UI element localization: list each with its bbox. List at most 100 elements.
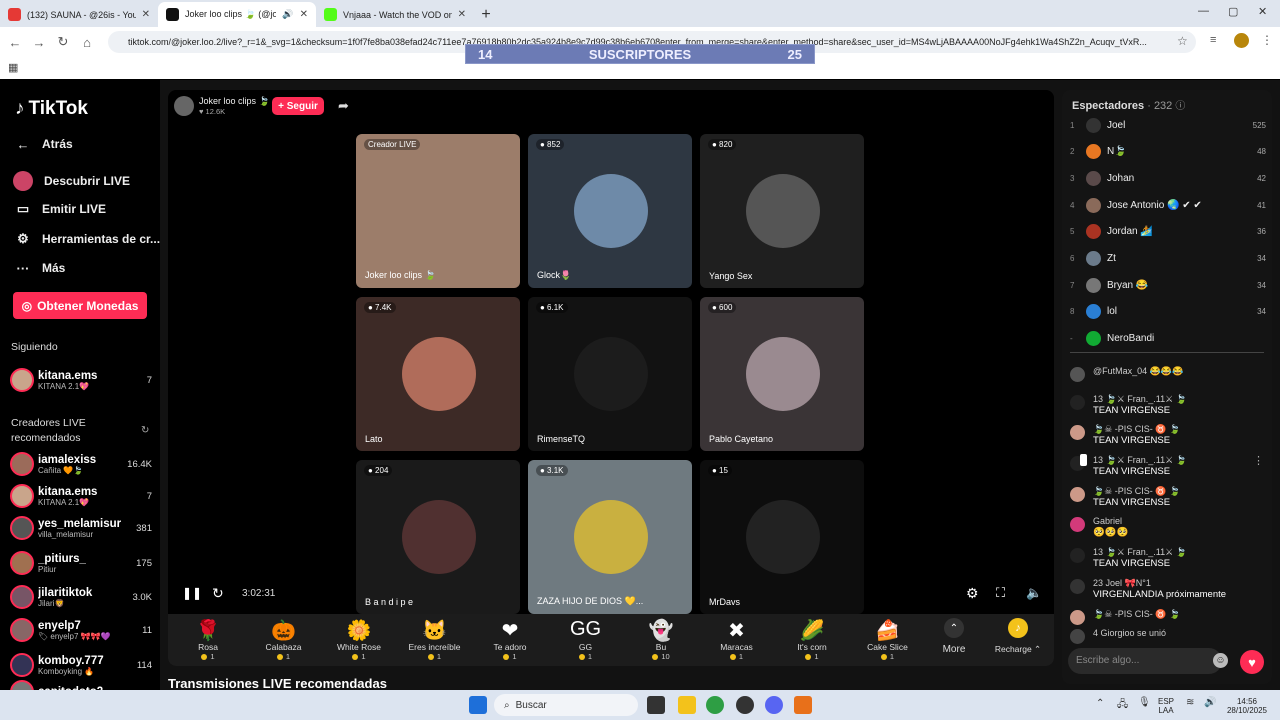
follow-button[interactable]: + Seguir — [272, 97, 324, 115]
gift-item[interactable]: ❤ Te adoro 1 — [480, 618, 540, 661]
guest-cell[interactable]: ● 7.4K Lato — [356, 297, 520, 451]
app-icon[interactable] — [736, 696, 754, 714]
chat-message[interactable]: @FutMax_04 😂😂😂 — [1070, 365, 1266, 382]
task-view-icon[interactable] — [647, 696, 665, 714]
recharge-button[interactable]: ♪ Recharge ⌃ — [988, 618, 1048, 655]
chat-more-icon[interactable]: ⋮ — [1253, 454, 1264, 467]
menu-icon[interactable]: ⋮ — [1261, 33, 1273, 47]
gift-item[interactable]: 🌼 White Rose 1 — [329, 618, 389, 661]
nav-more[interactable]: ··· Más — [15, 260, 66, 276]
back-icon[interactable]: ← — [3, 35, 27, 50]
recommended-creator[interactable]: jilaritiktok Jilari🦁 3.0K — [10, 583, 152, 611]
chat-message[interactable]: 🍃☠ -PIS CIS- ♉ 🍃 — [1070, 608, 1266, 625]
gift-item[interactable]: 🌹 Rosa 1 — [178, 618, 238, 661]
home-icon[interactable]: ⌂ — [75, 35, 99, 50]
gift-item[interactable]: GG GG 1 — [556, 618, 616, 661]
viewer-row[interactable]: 7 Bryan 😂 34 — [1070, 275, 1266, 295]
guest-cell[interactable]: Creador LIVE Joker loo clips 🍃 — [356, 134, 520, 288]
discord-icon[interactable] — [765, 696, 783, 714]
file-explorer-icon[interactable] — [678, 696, 696, 714]
guest-cell[interactable]: ● 600 Pablo Cayetano — [700, 297, 864, 451]
guest-cell[interactable]: ● 6.1K RimenseTQ — [528, 297, 692, 451]
close-tab-icon[interactable]: ✕ — [458, 9, 466, 20]
emoji-icon[interactable]: ☺ — [1213, 653, 1228, 668]
refresh-stream-icon[interactable]: ↻ — [212, 585, 224, 602]
microphone-icon[interactable]: 🎙 — [1138, 697, 1151, 708]
nav-back[interactable]: ← Atrás — [15, 136, 73, 152]
chat-message[interactable]: 13 🍃⚔ Fran._.11⚔ 🍃 TEAN VIRGENSE — [1070, 546, 1266, 570]
viewer-row[interactable]: 3 Johan 42 — [1070, 168, 1266, 188]
chat-message[interactable]: 🍃☠ -PIS CIS- ♉ 🍃 TEAN VIRGENSE — [1070, 423, 1266, 447]
viewer-row[interactable]: 6 Zt 34 — [1070, 249, 1266, 269]
language-indicator[interactable]: ESP LAA — [1158, 697, 1174, 715]
like-heart-button[interactable]: ♥ — [1240, 650, 1264, 674]
audio-icon[interactable]: 🔊 — [282, 9, 293, 20]
recommended-creator[interactable]: iamalexiss Cañita 🧡🍃 16.4K — [10, 450, 152, 478]
recommended-creator[interactable]: kitana.ems KITANA 2.1💖 7 — [10, 482, 152, 510]
minimize-icon[interactable]: — — [1198, 5, 1209, 17]
wifi-icon[interactable]: ≋ — [1186, 697, 1194, 708]
gift-item[interactable]: 🐱 Eres increíble 1 — [405, 618, 465, 661]
get-coins-button[interactable]: ◎ Obtener Monedas — [13, 292, 147, 319]
chat-message[interactable]: 13 🍃⚔ Fran._.11⚔ 🍃 TEAN VIRGENSE — [1070, 454, 1266, 478]
forward-icon[interactable]: → — [27, 35, 51, 50]
new-tab-button[interactable]: + — [474, 3, 498, 27]
following-item[interactable]: kitana.ems KITANA 2.1💖 7 — [10, 366, 152, 394]
bookmark-star-icon[interactable]: ☆ — [1177, 34, 1188, 48]
gift-item[interactable]: 👻 Bu 10 — [631, 618, 691, 661]
reload-icon[interactable]: ↻ — [51, 34, 75, 50]
close-tab-icon[interactable]: ✕ — [142, 9, 150, 20]
speaker-icon[interactable]: 🔊 — [1204, 697, 1216, 708]
viewer-row[interactable]: 1 Joel 525 — [1070, 115, 1266, 135]
extensions-icon[interactable]: ≡ — [1210, 34, 1216, 46]
chrome-icon[interactable] — [706, 696, 724, 714]
chat-message[interactable]: Gabriel 🥺🥺🥺 — [1070, 515, 1266, 539]
gift-item[interactable]: 🎃 Calabaza 1 — [254, 618, 314, 661]
recommended-creator[interactable]: _pitiurs_ Pitiur 175 — [10, 549, 152, 577]
nav-creator-tools[interactable]: ⚙ Herramientas de cr... — [15, 231, 160, 247]
info-icon[interactable]: ⓘ — [1175, 101, 1185, 112]
apps-icon[interactable]: ▦ — [8, 61, 18, 74]
nav-discover-live[interactable]: Descubrir LIVE — [13, 171, 130, 191]
browser-tab-tiktok[interactable]: Joker loo clips 🍃 (@joker.l 🔊 ✕ — [158, 2, 316, 27]
more-gifts-button[interactable]: ⌃ More — [924, 618, 984, 655]
viewer-row[interactable]: 8 lol 34 — [1070, 302, 1266, 322]
tiktok-logo[interactable]: ♪ TikTok — [15, 98, 88, 120]
chat-message[interactable]: 🍃☠ -PIS CIS- ♉ 🍃 TEAN VIRGENSE — [1070, 485, 1266, 509]
fullscreen-icon[interactable]: ⛶ — [996, 585, 1005, 601]
app2-icon[interactable] — [794, 696, 812, 714]
profile-avatar[interactable] — [1234, 33, 1249, 48]
viewer-row[interactable]: 4 Jose Antonio 🌏 ✔ ✔ 41 — [1070, 195, 1266, 215]
host-info[interactable]: Joker loo clips 🍃 ♥ 12.6K — [174, 96, 270, 116]
recommended-creator[interactable]: komboy.777 Komboyking 🔥 114 — [10, 651, 152, 679]
volume-icon[interactable]: 🔈 — [1026, 585, 1042, 601]
guest-cell[interactable]: ● 820 Yango Sex — [700, 134, 864, 288]
taskbar-search[interactable]: ⌕ Buscar — [494, 694, 638, 716]
close-tab-icon[interactable]: ✕ — [300, 9, 308, 20]
share-icon[interactable]: ➦ — [338, 98, 349, 114]
viewer-row[interactable]: 5 Jordan 🏄 36 — [1070, 222, 1266, 242]
windows-start-icon[interactable] — [469, 696, 487, 714]
tray-chevron-icon[interactable]: ⌃ — [1096, 698, 1104, 709]
chat-input[interactable]: Escribe algo... — [1068, 648, 1222, 674]
clock[interactable]: 14:56 28/10/2025 — [1222, 697, 1272, 715]
nav-go-live[interactable]: ▭ Emitir LIVE — [15, 201, 106, 217]
gift-item[interactable]: ✖ Maracas 1 — [707, 618, 767, 661]
chat-message[interactable]: 4 Giorgioo se unió — [1070, 627, 1266, 644]
viewer-row[interactable]: - NeroBandi — [1070, 329, 1266, 349]
network-icon[interactable]: 🖧 — [1117, 697, 1128, 714]
settings-icon[interactable]: ⚙ — [966, 585, 979, 602]
maximize-icon[interactable]: ▢ — [1228, 5, 1238, 18]
recommended-creator[interactable]: capitodoto2 — [10, 678, 152, 690]
refresh-icon[interactable]: ↻ — [141, 425, 149, 436]
recommended-creator[interactable]: yes_melamisur villa_melamisur 381 — [10, 514, 152, 542]
gift-item[interactable]: 🍰 Cake Slice 1 — [858, 618, 918, 661]
gift-item[interactable]: 🌽 It's corn 1 — [782, 618, 842, 661]
recommended-creator[interactable]: enyelp7 🏷 enyelp7 🎀🎀💜 11 — [10, 616, 152, 644]
viewer-row[interactable]: 2 N🍃 48 — [1070, 142, 1266, 162]
close-window-icon[interactable]: ✕ — [1258, 5, 1267, 18]
pause-icon[interactable]: ❚❚ — [182, 586, 202, 600]
browser-tab-youtube[interactable]: (132) SAUNA - @26is - YouTube ✕ — [0, 2, 158, 27]
guest-cell[interactable]: ● 852 Glock🌷 — [528, 134, 692, 288]
chat-message[interactable]: 23 Joel 🎀N°1 VIRGENLANDIA próximamente — [1070, 577, 1266, 601]
